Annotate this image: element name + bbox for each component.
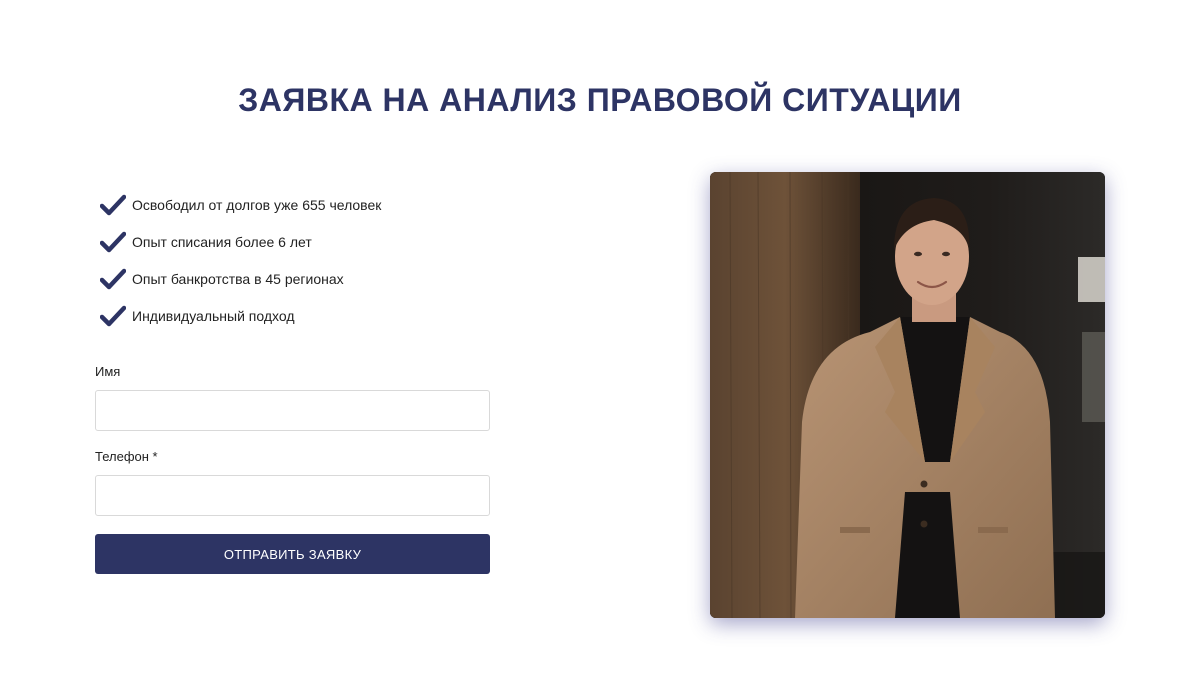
checkmark-icon	[100, 268, 126, 290]
benefit-text: Индивидуальный подход	[132, 307, 295, 324]
phone-label: Телефон *	[95, 449, 158, 464]
checkmark-icon	[100, 305, 126, 327]
checkmark-icon	[100, 231, 126, 253]
section-title: ЗАЯВКА НА АНАЛИЗ ПРАВОВОЙ СИТУАЦИИ	[238, 82, 962, 118]
benefit-text: Освободил от долгов уже 655 человек	[132, 196, 382, 213]
name-input[interactable]	[95, 390, 490, 431]
lawyer-photo	[710, 172, 1105, 618]
submit-button[interactable]: ОТПРАВИТЬ ЗАЯВКУ	[95, 534, 490, 574]
benefits-list: Освободил от долгов уже 655 человек Опыт…	[100, 186, 381, 334]
benefit-item: Освободил от долгов уже 655 человек	[100, 186, 381, 223]
request-form-section: ЗАЯВКА НА АНАЛИЗ ПРАВОВОЙ СИТУАЦИИ Освоб…	[0, 0, 1200, 675]
request-form: Имя Телефон * ОТПРАВИТЬ ЗАЯВКУ	[95, 363, 490, 574]
field-spacer	[95, 431, 490, 448]
benefit-text: Опыт банкротства в 45 регионах	[132, 270, 344, 287]
benefit-item: Опыт банкротства в 45 регионах	[100, 260, 381, 297]
checkmark-icon	[100, 194, 126, 216]
benefit-item: Опыт списания более 6 лет	[100, 223, 381, 260]
benefit-item: Индивидуальный подход	[100, 297, 381, 334]
name-label: Имя	[95, 364, 121, 379]
benefit-text: Опыт списания более 6 лет	[132, 233, 312, 250]
phone-input[interactable]	[95, 475, 490, 516]
